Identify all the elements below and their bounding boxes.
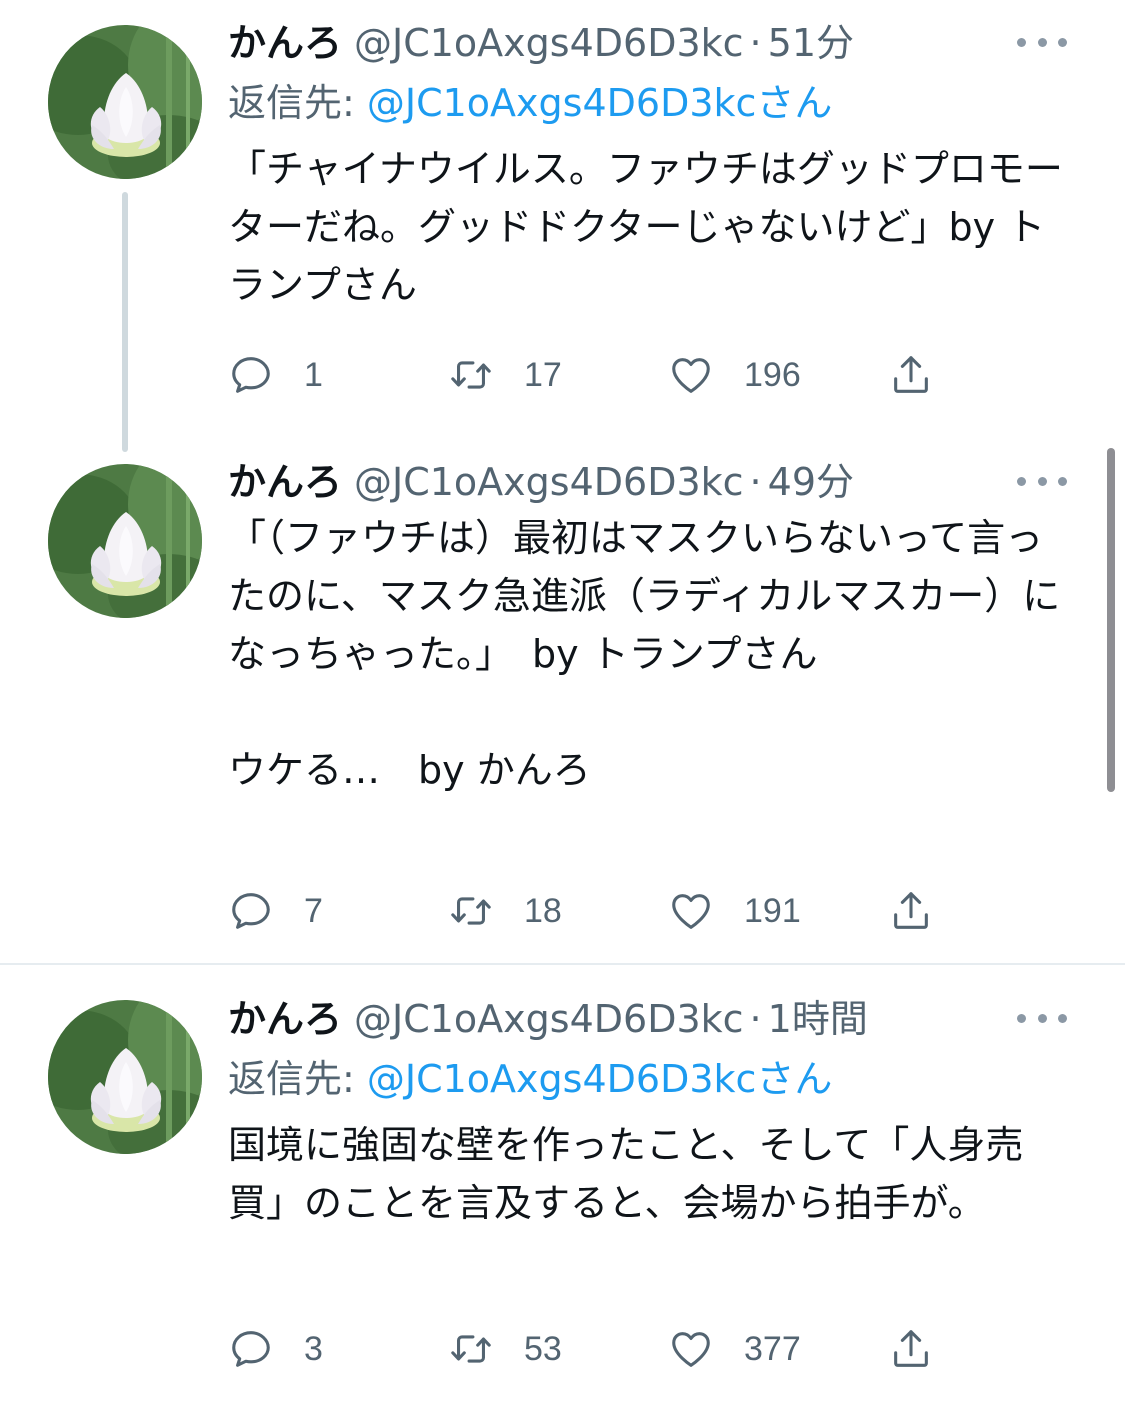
reply-icon bbox=[228, 352, 274, 398]
share-button[interactable] bbox=[888, 1326, 948, 1372]
share-button[interactable] bbox=[888, 352, 948, 398]
tweet-header: かんろ @JC1oAxgs4D6D3kc · 49分 bbox=[228, 459, 1067, 505]
more-icon[interactable] bbox=[1017, 1010, 1067, 1026]
reply-to: 返信先: @JC1oAxgs4D6D3kcさん bbox=[228, 1056, 1067, 1102]
separator: · bbox=[749, 460, 762, 504]
reply-count: 3 bbox=[304, 1329, 323, 1368]
tweet[interactable]: かんろ @JC1oAxgs4D6D3kc · 49分 「（ファウチは）最初はマス… bbox=[0, 450, 1125, 964]
tweet-text: 国境に強固な壁を作ったこと、そして「人身売買」のことを言及すると、会場から拍手が… bbox=[228, 1123, 1024, 1225]
reply-count: 7 bbox=[304, 891, 323, 930]
timestamp[interactable]: 49分 bbox=[768, 459, 854, 505]
retweet-icon bbox=[448, 1326, 494, 1372]
reply-to-label: 返信先: bbox=[228, 1057, 367, 1101]
share-icon bbox=[888, 1326, 934, 1372]
avatar[interactable] bbox=[48, 1000, 202, 1154]
reply-to-label: 返信先: bbox=[228, 81, 367, 125]
author-name[interactable]: かんろ bbox=[228, 459, 342, 505]
tweet-text: 「チャイナウイルス。ファウチはグッドプロモーターだね。グッドドクターじゃないけど… bbox=[228, 147, 1063, 307]
tweet[interactable]: かんろ @JC1oAxgs4D6D3kc · 1時間 返信先: @JC1oAxg… bbox=[0, 966, 1125, 1402]
author-handle[interactable]: @JC1oAxgs4D6D3kc bbox=[354, 459, 744, 505]
separator: · bbox=[749, 997, 762, 1041]
tweet-text: 「（ファウチは）最初はマスクいらないって言ったのに、マスク急進派（ラディカルマス… bbox=[228, 516, 1061, 792]
retweet-button[interactable]: 18 bbox=[448, 888, 668, 934]
like-button[interactable]: 377 bbox=[668, 1326, 888, 1372]
tweet[interactable]: かんろ @JC1oAxgs4D6D3kc · 51分 返信先: @JC1oAxg… bbox=[0, 0, 1125, 452]
reply-icon bbox=[228, 1326, 274, 1372]
tweet-actions: 3 53 377 bbox=[228, 1324, 948, 1374]
scrollbar[interactable] bbox=[1107, 448, 1115, 792]
tweet-actions: 1 17 196 bbox=[228, 350, 948, 400]
reply-icon bbox=[228, 888, 274, 934]
timestamp[interactable]: 51分 bbox=[768, 20, 854, 66]
share-icon bbox=[888, 888, 934, 934]
retweet-count: 53 bbox=[524, 1329, 562, 1368]
reply-button[interactable]: 7 bbox=[228, 888, 448, 934]
tweet-header: かんろ @JC1oAxgs4D6D3kc · 51分 bbox=[228, 20, 1067, 66]
like-count: 191 bbox=[744, 891, 801, 930]
retweet-icon bbox=[448, 888, 494, 934]
heart-icon bbox=[668, 352, 714, 398]
reply-button[interactable]: 3 bbox=[228, 1326, 448, 1372]
like-count: 196 bbox=[744, 355, 801, 394]
reply-mention[interactable]: @JC1oAxgs4D6D3kcさん bbox=[367, 81, 833, 125]
divider bbox=[0, 963, 1125, 965]
reply-to: 返信先: @JC1oAxgs4D6D3kcさん bbox=[228, 80, 1067, 126]
heart-icon bbox=[668, 888, 714, 934]
share-icon bbox=[888, 352, 934, 398]
thread-line bbox=[122, 192, 128, 452]
retweet-button[interactable]: 53 bbox=[448, 1326, 668, 1372]
author-handle[interactable]: @JC1oAxgs4D6D3kc bbox=[354, 20, 744, 66]
avatar[interactable] bbox=[48, 25, 202, 179]
retweet-count: 17 bbox=[524, 355, 562, 394]
heart-icon bbox=[668, 1326, 714, 1372]
reply-count: 1 bbox=[304, 355, 323, 394]
reply-button[interactable]: 1 bbox=[228, 352, 448, 398]
retweet-button[interactable]: 17 bbox=[448, 352, 668, 398]
retweet-icon bbox=[448, 352, 494, 398]
share-button[interactable] bbox=[888, 888, 948, 934]
author-handle[interactable]: @JC1oAxgs4D6D3kc bbox=[354, 996, 744, 1042]
author-name[interactable]: かんろ bbox=[228, 996, 342, 1042]
like-count: 377 bbox=[744, 1329, 801, 1368]
avatar[interactable] bbox=[48, 464, 202, 618]
timestamp[interactable]: 1時間 bbox=[768, 996, 868, 1042]
separator: · bbox=[749, 21, 762, 65]
tweet-actions: 7 18 191 bbox=[228, 886, 948, 936]
more-icon[interactable] bbox=[1017, 473, 1067, 489]
like-button[interactable]: 191 bbox=[668, 888, 888, 934]
retweet-count: 18 bbox=[524, 891, 562, 930]
like-button[interactable]: 196 bbox=[668, 352, 888, 398]
reply-mention[interactable]: @JC1oAxgs4D6D3kcさん bbox=[367, 1057, 833, 1101]
tweet-header: かんろ @JC1oAxgs4D6D3kc · 1時間 bbox=[228, 996, 1067, 1042]
more-icon[interactable] bbox=[1017, 34, 1067, 50]
author-name[interactable]: かんろ bbox=[228, 20, 342, 66]
